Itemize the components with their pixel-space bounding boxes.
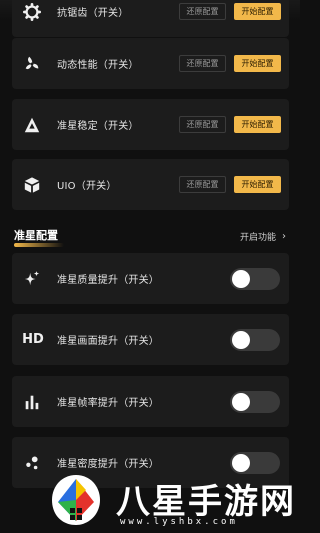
feature-label: 抗锯齿（开关）: [57, 8, 129, 19]
chevron-right-icon: ›: [282, 230, 286, 242]
sparkle-icon: [22, 269, 42, 289]
restore-config-button[interactable]: 还原配置: [179, 176, 226, 193]
framerate-toggle[interactable]: [230, 390, 280, 413]
start-config-button[interactable]: 开始配置: [234, 176, 281, 193]
feature-card-crosshair-stable: 准星稳定（开关） 还原配置 开始配置: [12, 99, 289, 150]
toggle-knob: [232, 269, 250, 288]
feature-card-antialias: 抗锯齿（开关） 还原配置 开始配置: [12, 0, 289, 37]
toggle-knob: [232, 330, 250, 349]
mountain-icon: [22, 115, 42, 135]
start-config-button[interactable]: 开始配置: [234, 3, 281, 20]
toggle-knob: [232, 453, 250, 472]
toggle-card-density: 准星密度提升（开关）: [12, 437, 289, 488]
toggle-label: 准星帧率提升（开关）: [57, 398, 159, 409]
feature-card-uio: UIO（开关） 还原配置 开始配置: [12, 159, 289, 210]
watermark-url: www.lyshbx.com: [120, 517, 238, 527]
dots-icon: [22, 453, 42, 473]
quality-toggle[interactable]: [230, 267, 280, 290]
fan-icon: [22, 54, 42, 74]
toggle-knob: [232, 392, 250, 411]
cube-icon: [22, 175, 42, 195]
start-config-button[interactable]: 开始配置: [234, 116, 281, 133]
feature-label: 动态性能（开关）: [57, 60, 139, 71]
feature-label: 准星稳定（开关）: [57, 121, 139, 132]
toggle-card-picture: HD 准星画面提升（开关）: [12, 314, 289, 365]
gear-icon: [22, 2, 42, 22]
enable-function-label: 开启功能: [239, 232, 276, 243]
feature-label: UIO（开关）: [57, 181, 117, 192]
section-header: 准星配置 开启功能 ›: [14, 226, 286, 247]
toggle-label: 准星密度提升（开关）: [57, 459, 159, 470]
toggle-label: 准星画面提升（开关）: [57, 336, 159, 347]
toggle-card-quality: 准星质量提升（开关）: [12, 253, 289, 304]
restore-config-button[interactable]: 还原配置: [179, 55, 226, 72]
restore-config-button[interactable]: 还原配置: [179, 3, 226, 20]
hd-icon: HD: [22, 330, 44, 350]
feature-card-dynamic-performance: 动态性能（开关） 还原配置 开始配置: [12, 38, 289, 89]
restore-config-button[interactable]: 还原配置: [179, 116, 226, 133]
bars-icon: [22, 392, 42, 412]
toggle-card-framerate: 准星帧率提升（开关）: [12, 376, 289, 427]
density-toggle[interactable]: [230, 451, 280, 474]
hd-icon-text: HD: [22, 332, 44, 347]
toggle-label: 准星质量提升（开关）: [57, 275, 159, 286]
enable-function-link[interactable]: 开启功能 ›: [240, 230, 286, 243]
section-title: 准星配置: [14, 227, 64, 247]
picture-toggle[interactable]: [230, 328, 280, 351]
start-config-button[interactable]: 开始配置: [234, 55, 281, 72]
